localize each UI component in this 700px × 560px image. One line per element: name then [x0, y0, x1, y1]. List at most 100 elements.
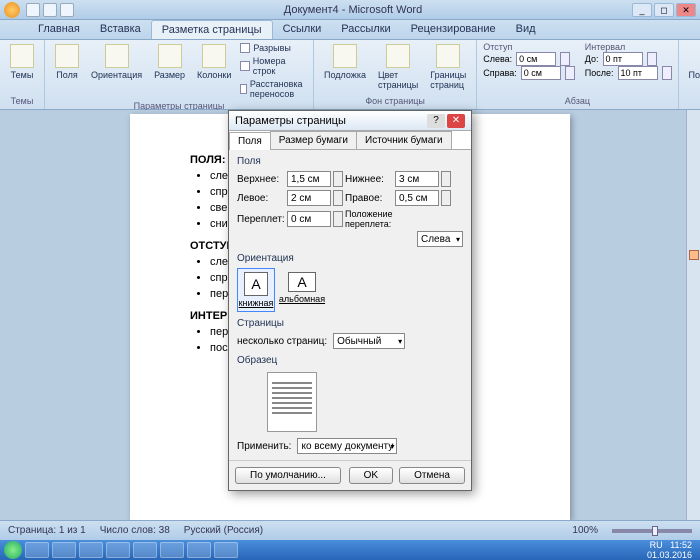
top-margin-label: Верхнее: — [237, 174, 285, 185]
scrollbar-thumb[interactable] — [689, 250, 699, 260]
multi-pages-select[interactable]: Обычный — [333, 333, 405, 349]
ribbon-tabs: Главная Вставка Разметка страницы Ссылки… — [0, 20, 700, 40]
zoom-thumb[interactable] — [652, 526, 658, 536]
qat-undo-icon[interactable] — [43, 3, 57, 17]
size-label: Размер — [154, 70, 185, 80]
default-button[interactable]: По умолчанию... — [235, 467, 341, 484]
gutter-input[interactable]: 0 см — [287, 211, 331, 227]
tab-insert[interactable]: Вставка — [90, 20, 151, 39]
spacing-before-label: До: — [585, 54, 599, 64]
bottom-margin-spinner[interactable] — [441, 171, 451, 187]
group-paragraph-label: Абзац — [483, 95, 671, 107]
page-color-button[interactable]: Цвет страницы — [374, 42, 422, 92]
position-button[interactable]: Положение — [685, 42, 700, 82]
columns-button[interactable]: Колонки — [193, 42, 235, 82]
dialog-titlebar[interactable]: Параметры страницы ? ✕ — [229, 111, 471, 131]
margins-button[interactable]: Поля — [51, 42, 83, 82]
status-words[interactable]: Число слов: 38 — [100, 525, 170, 536]
section-fields-title: Поля — [237, 156, 463, 167]
window-title: Документ4 - Microsoft Word — [74, 4, 632, 16]
spacing-after-spinner[interactable] — [662, 66, 672, 80]
indent-right-spinner[interactable] — [565, 66, 575, 80]
section-preview-title: Образец — [237, 355, 463, 366]
tab-review[interactable]: Рецензирование — [401, 20, 506, 39]
qat-redo-icon[interactable] — [60, 3, 74, 17]
status-page[interactable]: Страница: 1 из 1 — [8, 525, 86, 536]
right-margin-input[interactable]: 0,5 см — [395, 190, 439, 206]
portrait-icon: A — [244, 272, 268, 296]
spacing-after-input[interactable]: 10 пт — [618, 66, 658, 80]
hyphenation-icon — [240, 84, 247, 94]
qat-save-icon[interactable] — [26, 3, 40, 17]
spacing-before-spinner[interactable] — [647, 52, 657, 66]
dialog-help-button[interactable]: ? — [427, 114, 445, 128]
taskbar-firefox-icon[interactable] — [79, 542, 103, 558]
taskbar-word-icon[interactable] — [160, 542, 184, 558]
taskbar-explorer-icon[interactable] — [52, 542, 76, 558]
tab-page-layout[interactable]: Разметка страницы — [151, 20, 273, 39]
title-bar: Документ4 - Microsoft Word _ ◻ ✕ — [0, 0, 700, 20]
start-button[interactable] — [4, 541, 22, 559]
themes-label: Темы — [11, 70, 34, 80]
tab-mailings[interactable]: Рассылки — [331, 20, 400, 39]
zoom-slider[interactable] — [612, 529, 692, 533]
indent-right-label: Справа: — [483, 68, 517, 78]
taskbar-chrome2-icon[interactable] — [187, 542, 211, 558]
tab-references[interactable]: Ссылки — [273, 20, 332, 39]
watermark-button[interactable]: Подложка — [320, 42, 370, 82]
gutter-pos-select[interactable]: Слева — [417, 231, 463, 247]
bottom-margin-input[interactable]: 3 см — [395, 171, 439, 187]
indent-right-input[interactable]: 0 см — [521, 66, 561, 80]
hyphenation-button[interactable]: Расстановка переносов — [239, 78, 307, 100]
tab-home[interactable]: Главная — [28, 20, 90, 39]
hyphenation-label: Расстановка переносов — [250, 79, 306, 99]
status-lang[interactable]: Русский (Россия) — [184, 525, 263, 536]
landscape-button[interactable]: A альбомная — [283, 268, 321, 312]
taskbar-notepad-icon[interactable] — [133, 542, 157, 558]
taskbar-app-icon[interactable] — [214, 542, 238, 558]
quick-access-toolbar — [26, 3, 74, 17]
right-margin-spinner[interactable] — [441, 190, 451, 206]
size-button[interactable]: Размер — [150, 42, 189, 82]
spacing-before-input[interactable]: 0 пт — [603, 52, 643, 66]
cancel-button[interactable]: Отмена — [399, 467, 465, 484]
section-pages-title: Страницы — [237, 318, 463, 329]
taskbar-chrome-icon[interactable] — [106, 542, 130, 558]
breaks-icon — [240, 43, 250, 53]
top-margin-input[interactable]: 1,5 см — [287, 171, 331, 187]
gutter-spinner[interactable] — [333, 211, 343, 227]
left-margin-spinner[interactable] — [333, 190, 343, 206]
dialog-tab-paper[interactable]: Размер бумаги — [270, 131, 357, 149]
dialog-tab-fields[interactable]: Поля — [229, 132, 271, 150]
ok-button[interactable]: OK — [349, 467, 393, 484]
indent-left-spinner[interactable] — [560, 52, 570, 66]
top-margin-spinner[interactable] — [333, 171, 343, 187]
indent-left-input[interactable]: 0 см — [516, 52, 556, 66]
page-borders-button[interactable]: Границы страниц — [426, 42, 470, 92]
left-margin-label: Левое: — [237, 193, 285, 204]
line-numbers-button[interactable]: Номера строк — [239, 55, 307, 77]
margins-icon — [55, 44, 79, 68]
office-button[interactable] — [4, 2, 20, 18]
tab-view[interactable]: Вид — [506, 20, 546, 39]
left-margin-input[interactable]: 2 см — [287, 190, 331, 206]
size-icon — [158, 44, 182, 68]
minimize-button[interactable]: _ — [632, 3, 652, 17]
spacing-title: Интервал — [585, 42, 672, 52]
tray-lang[interactable]: RU — [650, 540, 663, 550]
group-page-setup: Поля Ориентация Размер Колонки Разрывы Н… — [45, 40, 314, 109]
taskbar-ie-icon[interactable] — [25, 542, 49, 558]
themes-button[interactable]: Темы — [6, 42, 38, 82]
status-zoom[interactable]: 100% — [572, 525, 598, 536]
system-tray[interactable]: RU 11:52 01.03.2016 — [647, 540, 696, 560]
dialog-close-button[interactable]: ✕ — [447, 114, 465, 128]
breaks-button[interactable]: Разрывы — [239, 42, 307, 54]
apply-to-select[interactable]: ко всему документу — [297, 438, 397, 454]
close-button[interactable]: ✕ — [676, 3, 696, 17]
dialog-tab-source[interactable]: Источник бумаги — [356, 131, 452, 149]
restore-button[interactable]: ◻ — [654, 3, 674, 17]
orientation-button[interactable]: Ориентация — [87, 42, 146, 82]
portrait-button[interactable]: A книжная — [237, 268, 275, 312]
vertical-scrollbar[interactable] — [686, 110, 700, 520]
multi-pages-label: несколько страниц: — [237, 336, 327, 347]
